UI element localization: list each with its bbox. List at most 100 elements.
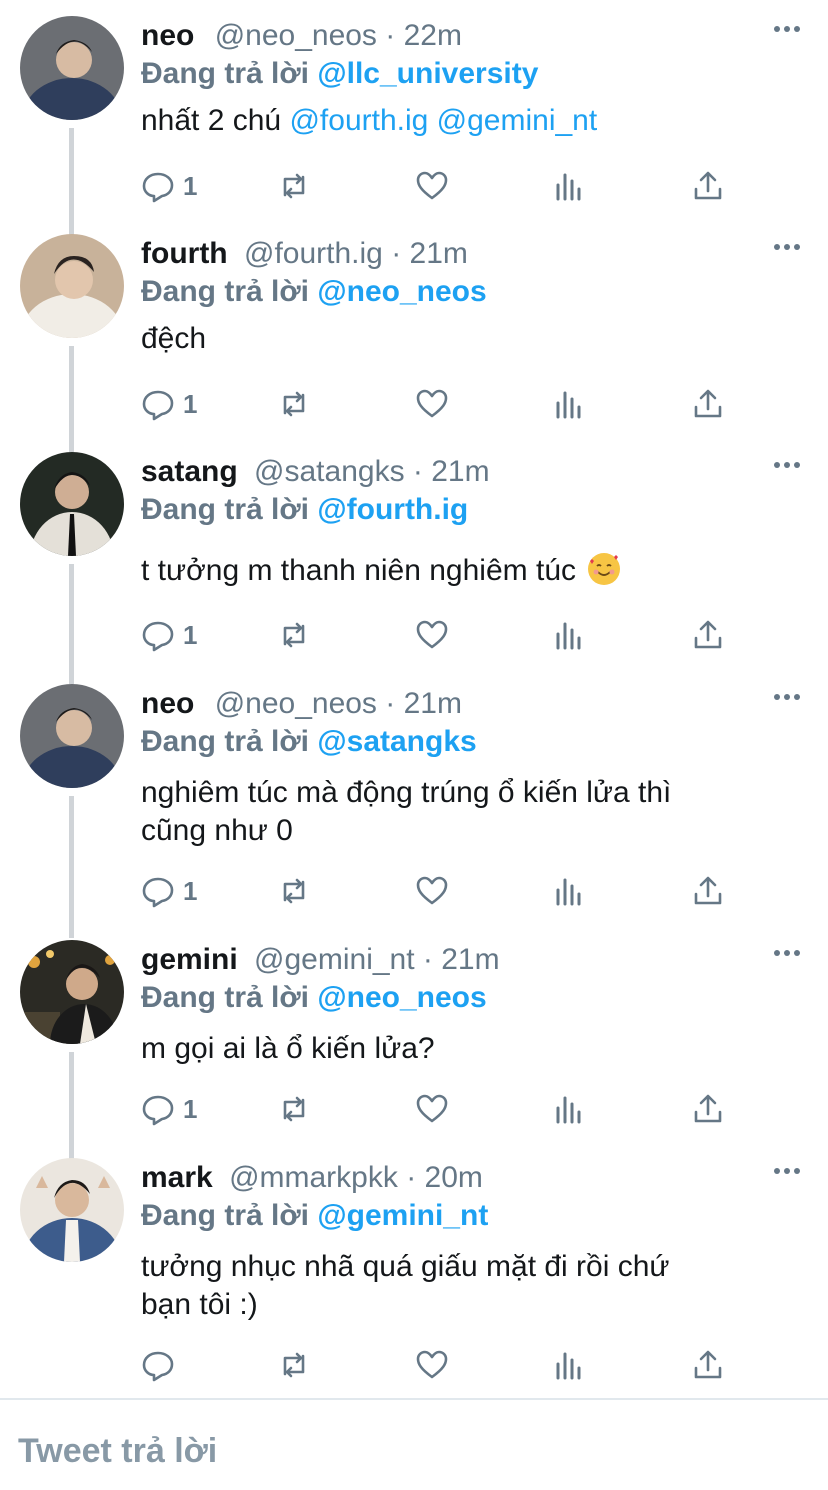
retweet-button[interactable] <box>277 1345 311 1385</box>
separator-dot: · <box>412 455 432 488</box>
avatar[interactable] <box>20 940 124 1044</box>
analytics-icon <box>556 391 581 419</box>
more-options-icon[interactable] <box>774 950 800 958</box>
analytics-icon <box>556 878 581 906</box>
retweet-button[interactable] <box>277 166 311 206</box>
reply-count: 1 <box>183 619 198 650</box>
display-name[interactable]: neo <box>141 19 194 52</box>
share-icon <box>694 876 722 905</box>
share-button[interactable] <box>691 384 725 424</box>
like-button[interactable] <box>415 1089 449 1129</box>
replying-to: Đang trả lời @neo_neos <box>141 978 487 1018</box>
analytics-icon <box>556 622 581 650</box>
display-name[interactable]: gemini <box>141 943 238 976</box>
retweet-icon <box>283 1096 305 1122</box>
analytics-button[interactable] <box>553 1089 587 1129</box>
replying-to-mention[interactable]: @llc_university <box>317 57 538 90</box>
username[interactable]: @satangks <box>254 455 405 488</box>
like-button[interactable] <box>415 1345 449 1385</box>
reply-icon <box>142 1095 174 1126</box>
username[interactable]: @neo_neos <box>215 19 377 52</box>
retweet-icon <box>283 391 305 417</box>
mention-link[interactable]: @fourth.ig <box>289 104 428 137</box>
replying-to-mention[interactable]: @neo_neos <box>317 981 486 1014</box>
username[interactable]: @fourth.ig <box>244 237 383 270</box>
analytics-button[interactable] <box>553 871 587 911</box>
share-button[interactable] <box>691 871 725 911</box>
analytics-button[interactable] <box>553 1345 587 1385</box>
reply-count: 1 <box>183 875 198 906</box>
like-button[interactable] <box>415 384 449 424</box>
replying-to-mention[interactable]: @satangks <box>317 725 476 758</box>
more-options-icon[interactable] <box>774 462 800 470</box>
separator-dot: · <box>385 687 404 720</box>
separator-dot: · <box>406 1161 425 1194</box>
reply-compose-input[interactable]: Tweet trả lời <box>18 1432 217 1471</box>
tweet-text-line: tưởng nhục nhã quá giấu mặt đi rồi chứ <box>141 1250 670 1283</box>
share-button[interactable] <box>691 1089 725 1129</box>
separator-dot: · <box>391 237 410 270</box>
analytics-button[interactable] <box>553 166 587 206</box>
analytics-button[interactable] <box>553 384 587 424</box>
timestamp[interactable]: 21m <box>431 455 489 488</box>
share-button[interactable] <box>691 1345 725 1385</box>
analytics-icon <box>556 1096 581 1124</box>
like-button[interactable] <box>415 166 449 206</box>
replying-to: Đang trả lời @gemini_nt <box>141 1196 488 1236</box>
more-options-icon[interactable] <box>774 694 800 702</box>
retweet-button[interactable] <box>277 1089 311 1129</box>
username[interactable]: @gemini_nt <box>254 943 415 976</box>
replying-to-mention[interactable]: @fourth.ig <box>317 493 468 526</box>
retweet-button[interactable] <box>277 615 311 655</box>
share-icon <box>694 1094 722 1123</box>
tweet-text: nhất 2 chú @fourth.ig @gemini_nt <box>141 102 781 140</box>
timestamp[interactable]: 21m <box>410 237 468 270</box>
timestamp[interactable]: 22m <box>404 19 462 52</box>
reply-button[interactable]: 1 <box>141 1089 197 1129</box>
tweet-actions: 1 <box>141 871 741 911</box>
tweet-header: neo @neo_neos · 21m <box>141 684 462 724</box>
reply-button[interactable]: 1 <box>141 384 197 424</box>
more-options-icon[interactable] <box>774 244 800 252</box>
display-name[interactable]: satang <box>141 455 238 488</box>
thread-connector <box>69 1052 74 1160</box>
avatar[interactable] <box>20 16 124 120</box>
tweet-text-line: bạn tôi :) <box>141 1288 258 1321</box>
username[interactable]: @neo_neos <box>215 687 377 720</box>
reply-button[interactable]: 1 <box>141 871 197 911</box>
more-options-icon[interactable] <box>774 1168 800 1176</box>
avatar[interactable] <box>20 684 124 788</box>
display-name[interactable]: fourth <box>141 237 228 270</box>
username[interactable]: @mmarkpkk <box>229 1161 398 1194</box>
share-icon <box>694 1350 722 1379</box>
reply-button[interactable]: 1 <box>141 615 197 655</box>
replying-to: Đang trả lời @satangks <box>141 722 477 762</box>
replying-to-mention[interactable]: @neo_neos <box>317 275 486 308</box>
like-button[interactable] <box>415 615 449 655</box>
thread-connector <box>69 128 74 236</box>
mention-link[interactable]: @gemini_nt <box>437 104 598 137</box>
avatar[interactable] <box>20 234 124 338</box>
timestamp[interactable]: 21m <box>441 943 499 976</box>
tweet-text-line: cũng như 0 <box>141 814 293 847</box>
retweet-button[interactable] <box>277 384 311 424</box>
share-icon <box>694 171 722 200</box>
like-button[interactable] <box>415 871 449 911</box>
avatar[interactable] <box>20 1158 124 1262</box>
replying-to-label: Đang trả lời <box>141 1199 310 1232</box>
share-button[interactable] <box>691 615 725 655</box>
analytics-button[interactable] <box>553 615 587 655</box>
timestamp[interactable]: 21m <box>404 687 462 720</box>
reply-button[interactable] <box>141 1345 183 1385</box>
display-name[interactable]: neo <box>141 687 194 720</box>
timestamp[interactable]: 20m <box>425 1161 483 1194</box>
replying-to-label: Đang trả lời <box>141 275 310 308</box>
more-options-icon[interactable] <box>774 26 800 34</box>
share-button[interactable] <box>691 166 725 206</box>
display-name[interactable]: mark <box>141 1161 213 1194</box>
reply-button[interactable]: 1 <box>141 166 197 206</box>
avatar[interactable] <box>20 452 124 556</box>
smiling-face-with-hearts-icon <box>588 553 621 585</box>
replying-to-mention[interactable]: @gemini_nt <box>317 1199 488 1232</box>
retweet-button[interactable] <box>277 871 311 911</box>
